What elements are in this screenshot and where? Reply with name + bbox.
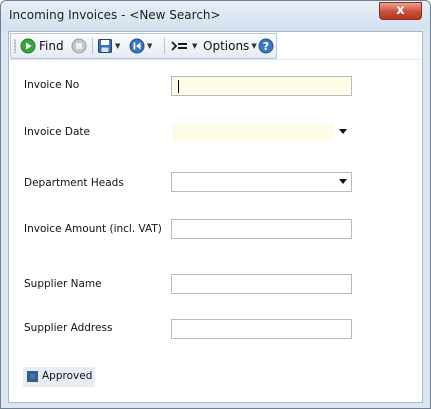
find-icon [20,38,36,54]
options-menu[interactable]: Options ▼ [203,36,257,56]
supplier-name-input[interactable] [171,274,352,294]
options-label: Options [203,39,250,53]
toolbar-separator [164,38,165,54]
invoice-no-input[interactable] [171,76,352,96]
close-icon: x [396,3,405,18]
save-button[interactable]: ▼ [97,36,120,56]
help-icon: ? [258,38,274,54]
actions-button[interactable]: ▼ [170,36,197,56]
actions-icon [171,41,187,51]
chevron-down-icon: ▼ [147,42,153,50]
save-icon [98,39,112,53]
toolbar-divider [10,59,421,60]
title-bar[interactable]: Incoming Invoices - <New Search> x [1,1,430,31]
invoice-amount-label: Invoice Amount (incl. VAT) [24,223,162,235]
invoice-date-dropdown[interactable] [171,122,352,142]
window-title: Incoming Invoices - <New Search> [9,8,221,22]
stop-button[interactable] [71,36,87,56]
toolbar-grip[interactable] [14,39,16,53]
department-heads-label: Department Heads [24,177,124,189]
toolbar-separator [92,38,93,54]
navigate-button[interactable]: ▼ [129,36,152,56]
chevron-down-icon: ▼ [192,42,198,50]
date-field-area [172,123,334,141]
chevron-down-icon: ▼ [251,42,257,50]
approved-checkbox[interactable] [27,371,38,382]
approved-checkbox-row[interactable]: Approved [23,367,95,387]
help-button[interactable]: ? [258,36,274,56]
chevron-down-icon[interactable] [339,179,347,184]
invoice-date-label: Invoice Date [24,126,90,138]
text-cursor [178,80,179,93]
department-heads-dropdown[interactable] [171,172,352,192]
window: Incoming Invoices - <New Search> x Find [0,0,431,409]
navigate-icon [129,38,145,54]
invoice-no-label: Invoice No [24,79,80,91]
svg-text:?: ? [263,40,269,53]
approved-label: Approved [42,370,93,382]
chevron-down-icon: ▼ [115,42,121,50]
supplier-address-label: Supplier Address [24,322,113,334]
find-label: Find [39,39,64,53]
invoice-amount-input[interactable] [171,219,352,239]
toolbar: Find ▼ ▼ ▼ Options ▼ ? [10,33,277,59]
supplier-name-label: Supplier Name [24,278,102,290]
find-button[interactable]: Find [20,36,64,56]
close-button[interactable]: x [379,2,422,20]
search-form-panel: Find ▼ ▼ ▼ Options ▼ ? Invoice No Invoic… [8,31,423,403]
stop-icon [71,38,87,54]
supplier-address-input[interactable] [171,319,352,339]
chevron-down-icon[interactable] [339,129,347,134]
